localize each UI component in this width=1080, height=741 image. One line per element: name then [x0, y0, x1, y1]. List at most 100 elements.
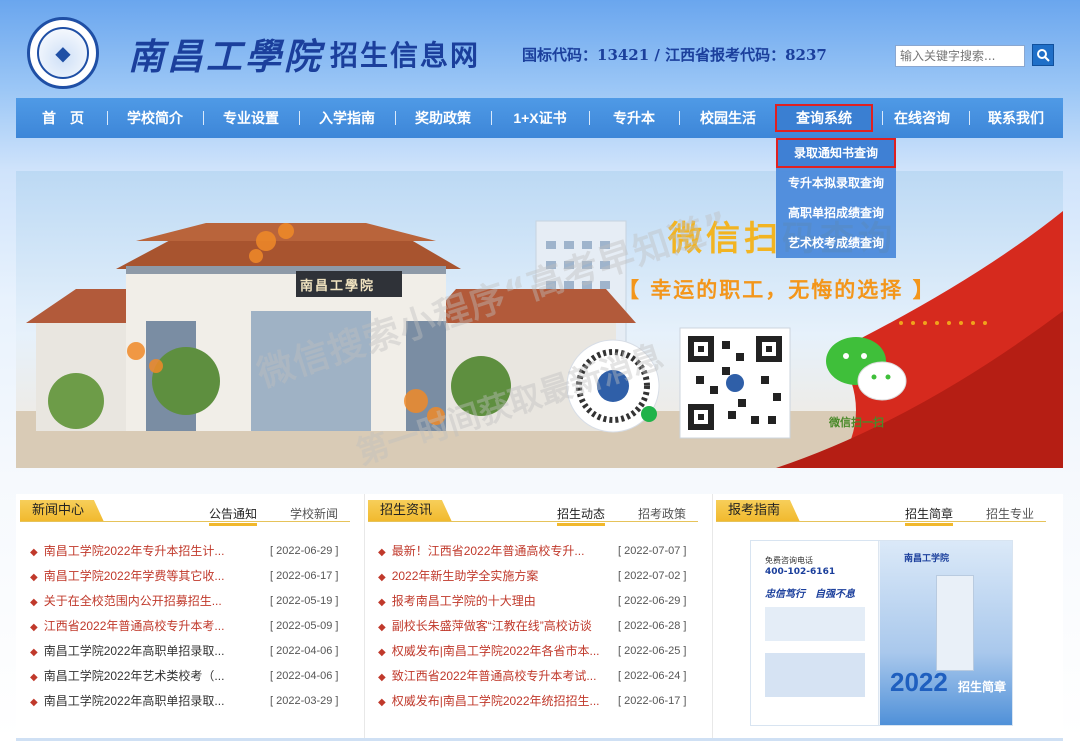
banner-subslogan: 【 幸运的职工，无悔的选择 】 — [618, 278, 936, 302]
campus-gate-illustration — [16, 211, 1063, 468]
tab-admission-brochure[interactable]: 招生简章 — [905, 505, 954, 526]
list-item[interactable]: ◆ 南昌工学院2022年艺术类校考（... — [30, 666, 224, 686]
school-logo[interactable]: ◆ — [27, 17, 99, 89]
nav-1x-certificate[interactable]: 1+X证书 — [498, 98, 582, 138]
nav-divider — [491, 111, 492, 125]
list-item-date: [ 2022-07-02 ] — [618, 570, 687, 582]
list-item[interactable]: ◆ 权威发布|南昌工学院2022年各省市本... — [378, 641, 600, 661]
list-item[interactable]: ◆ 南昌工学院2022年学费等其它收... — [30, 566, 224, 586]
list-item[interactable]: ◆ 2022年新生助学全实施方案 — [378, 566, 538, 586]
bullet-icon: ◆ — [30, 697, 38, 708]
list-item-date: [ 2022-06-17 ] — [270, 570, 339, 582]
dropdown-single-exam-score-query[interactable]: 高职单招成绩查询 — [776, 198, 896, 228]
brochure-photo-block — [765, 653, 865, 697]
list-item[interactable]: ◆ 致江西省2022年普通高校专升本考试... — [378, 666, 596, 686]
list-item-title[interactable]: 关于在全校范围内公开招募招生... — [44, 594, 222, 608]
nav-divider — [203, 111, 204, 125]
school-name: 南昌工學院 — [128, 36, 324, 78]
nav-divider — [679, 111, 680, 125]
list-item[interactable]: ◆ 关于在全校范围内公开招募招生... — [30, 591, 222, 611]
site-header: ◆ 南昌工學院 招生信息网 国标代码：13421 / 江西省报考代码：8237 — [0, 0, 1080, 98]
brochure-phone: 400-102-6161 — [765, 567, 836, 577]
nav-divider — [969, 111, 970, 125]
gate-sign: 南昌工學院 — [300, 279, 376, 294]
tab-school-news[interactable]: 学校新闻 — [290, 505, 338, 522]
brochure-phone-label: 免费咨询电话 — [765, 556, 813, 565]
list-item-title[interactable]: 南昌工学院2022年高职单招录取... — [44, 694, 225, 708]
list-item[interactable]: ◆ 报考南昌工学院的十大理由 — [378, 591, 536, 611]
nav-query-system[interactable]: 查询系统 — [775, 104, 873, 132]
nav-divider — [882, 111, 883, 125]
list-item-date: [ 2022-04-06 ] — [270, 670, 339, 682]
list-item[interactable]: ◆ 南昌工学院2022年高职单招录取... — [30, 641, 224, 661]
tab-admission-policy[interactable]: 招考政策 — [638, 505, 686, 522]
nav-majors[interactable]: 专业设置 — [210, 98, 292, 138]
admission-codes: 国标代码：13421 / 江西省报考代码：8237 — [522, 46, 827, 64]
list-item-date: [ 2022-06-25 ] — [618, 645, 687, 657]
nav-about[interactable]: 学校简介 — [114, 98, 196, 138]
nav-divider — [107, 111, 108, 125]
tab-announcements[interactable]: 公告通知 — [209, 505, 258, 526]
nav-divider — [395, 111, 396, 125]
nav-divider — [589, 111, 590, 125]
brochure-map-block — [765, 607, 865, 641]
admission-brochure-image[interactable]: 免费咨询电话 400-102-6161 忠信笃行 自强不息 南昌工学院 2022… — [750, 540, 1013, 726]
column-divider — [712, 494, 713, 741]
nav-home[interactable]: 首 页 — [26, 98, 100, 138]
list-item-title[interactable]: 南昌工学院2022年艺术类校考（... — [44, 669, 225, 683]
hero-banner[interactable]: 南昌工學院 微信扫码查询 【 幸运的职工，无悔的选择 】 微信扫一扫 — [16, 171, 1063, 468]
nav-divider — [299, 111, 300, 125]
nav-online-consult[interactable]: 在线咨询 — [886, 98, 958, 138]
list-item-date: [ 2022-06-17 ] — [618, 695, 687, 707]
bullet-icon: ◆ — [30, 547, 38, 558]
list-item-title[interactable]: 2022年新生助学全实施方案 — [392, 569, 539, 583]
bullet-icon: ◆ — [378, 672, 386, 683]
list-item-title[interactable]: 江西省2022年普通高校专升本考... — [44, 619, 225, 633]
list-item-title[interactable]: 权威发布|南昌工学院2022年统招招生... — [392, 694, 600, 708]
brochure-school-name: 南昌工学院 — [904, 554, 950, 564]
tab-admission-updates[interactable]: 招生动态 — [557, 505, 606, 526]
brochure-back-cover: 免费咨询电话 400-102-6161 忠信笃行 自强不息 — [751, 541, 879, 725]
list-item[interactable]: ◆ 南昌工学院2022年专升本招生计... — [30, 541, 224, 561]
search-input[interactable] — [895, 45, 1025, 67]
list-item-title[interactable]: 报考南昌工学院的十大理由 — [392, 594, 536, 608]
nav-upgrade[interactable]: 专升本 — [596, 98, 672, 138]
list-item-title[interactable]: 南昌工学院2022年高职单招录取... — [44, 644, 225, 658]
site-name: 招生信息网 — [330, 39, 481, 72]
brochure-front-cover: 南昌工学院 2022 招生简章 — [880, 541, 1012, 725]
list-item[interactable]: ◆ 最新！江西省2022年普通高校专升... — [378, 541, 584, 561]
search-button[interactable] — [1032, 44, 1054, 66]
nav-financial-aid[interactable]: 奖助政策 — [402, 98, 484, 138]
list-item-date: [ 2022-07-07 ] — [618, 545, 687, 557]
nav-enrollment-guide[interactable]: 入学指南 — [306, 98, 388, 138]
column-divider — [364, 494, 365, 741]
list-item-date: [ 2022-04-06 ] — [270, 645, 339, 657]
list-item-date: [ 2022-03-29 ] — [270, 695, 339, 707]
dropdown-art-exam-score-query[interactable]: 艺术校考成绩查询 — [776, 228, 896, 258]
tab-admission-majors[interactable]: 招生专业 — [986, 505, 1034, 522]
list-item-title[interactable]: 副校长朱盛萍做客“江教在线”高校访谈 — [392, 619, 592, 633]
list-item[interactable]: ◆ 权威发布|南昌工学院2022年统招招生... — [378, 691, 600, 711]
bullet-icon: ◆ — [378, 547, 386, 558]
brochure-motto: 忠信笃行 自强不息 — [765, 589, 855, 600]
nav-campus-life[interactable]: 校园生活 — [686, 98, 770, 138]
list-item[interactable]: ◆ 南昌工学院2022年高职单招录取... — [30, 691, 224, 711]
dropdown-upgrade-admission-query[interactable]: 专升本拟录取查询 — [776, 168, 896, 198]
list-item-title[interactable]: 南昌工学院2022年学费等其它收... — [44, 569, 225, 583]
bullet-icon: ◆ — [30, 672, 38, 683]
bullet-icon: ◆ — [30, 647, 38, 658]
bullet-icon: ◆ — [30, 622, 38, 633]
bullet-icon: ◆ — [30, 572, 38, 583]
list-item-title[interactable]: 致江西省2022年普通高校专升本考试... — [392, 669, 597, 683]
list-item[interactable]: ◆ 副校长朱盛萍做客“江教在线”高校访谈 — [378, 616, 592, 636]
admissions-section-title: 招生资讯 — [368, 500, 453, 522]
main-nav: 首 页 学校简介 专业设置 入学指南 奖助政策 1+X证书 专升本 校园生活 查… — [16, 98, 1063, 138]
list-item-title[interactable]: 权威发布|南昌工学院2022年各省市本... — [392, 644, 600, 658]
list-item-title[interactable]: 南昌工学院2022年专升本招生计... — [44, 544, 225, 558]
list-item[interactable]: ◆ 江西省2022年普通高校专升本考... — [30, 616, 224, 636]
list-item-title[interactable]: 最新！江西省2022年普通高校专升... — [392, 544, 585, 558]
search-icon — [1037, 49, 1050, 62]
dropdown-admission-letter-query[interactable]: 录取通知书查询 — [776, 138, 896, 168]
qr-label: 微信扫一扫 — [829, 416, 884, 429]
nav-contact[interactable]: 联系我们 — [974, 98, 1058, 138]
